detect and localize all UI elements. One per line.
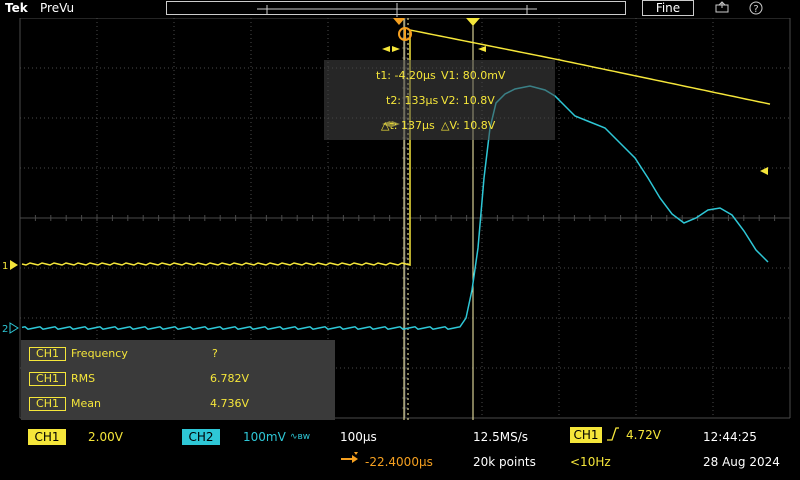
ch2-badge[interactable]: CH2	[182, 429, 220, 445]
horizontal-delay[interactable]: -22.4000µs	[365, 455, 433, 469]
ch2-ground-marker[interactable]: 2	[2, 322, 19, 335]
ch1-scale[interactable]: 2.00V	[88, 430, 123, 444]
measurement-name: Frequency	[71, 347, 128, 360]
cursor-delta-v: △V: 10.8V	[441, 119, 496, 132]
cursor-v2: V2: 10.8V	[441, 94, 495, 107]
status-bar: CH1 2.00V CH2 100mV ∿ʙw 100µs 12.5MS/s C…	[0, 420, 800, 480]
top-bar: Tek PreVu Fine ?	[0, 0, 800, 18]
cursor-v1: V1: 80.0mV	[441, 69, 506, 82]
svg-text:?: ?	[753, 4, 758, 15]
clock-date: 28 Aug 2024	[703, 455, 780, 469]
measurement-row[interactable]: CH1 RMS 6.782V	[29, 369, 329, 389]
measurement-row[interactable]: CH1 Frequency ?	[29, 344, 329, 364]
trigger-level[interactable]: 4.72V	[626, 428, 661, 442]
ch1-ground-marker[interactable]: 1	[2, 260, 18, 272]
trigger-marker-cursor2[interactable]	[466, 18, 480, 26]
measurement-channel-badge: CH1	[29, 397, 66, 411]
svg-text:1: 1	[2, 261, 8, 272]
trigger-frequency: <10Hz	[570, 455, 611, 469]
measurement-value: ?	[212, 347, 218, 360]
acquisition-mode: PreVu	[40, 1, 75, 15]
timebase-scale[interactable]: 100µs	[340, 430, 377, 444]
brand-logo: Tek	[5, 1, 28, 15]
measurement-panel[interactable]: CH1 Frequency ? CH1 RMS 6.782V CH1 Mean …	[21, 340, 335, 420]
help-icon[interactable]: ?	[748, 1, 764, 15]
measurement-channel-badge: CH1	[29, 347, 66, 361]
measurement-channel-badge: CH1	[29, 372, 66, 386]
record-view-bar[interactable]	[166, 1, 626, 17]
measurement-name: RMS	[71, 372, 96, 385]
clock-time: 12:44:25	[703, 430, 757, 444]
save-icon[interactable]	[714, 1, 730, 15]
sample-rate: 12.5MS/s	[473, 430, 528, 444]
measurement-name: Mean	[71, 397, 101, 410]
ch1-badge[interactable]: CH1	[28, 429, 66, 445]
svg-text:2: 2	[2, 324, 8, 335]
trigger-position-marker[interactable]: T	[393, 18, 405, 25]
cursor-readout[interactable]: t1: -4.20µs V1: 80.0mV t2: 133µs V2: 10.…	[324, 60, 555, 140]
delay-arrow-icon	[340, 452, 360, 469]
record-window-icon	[257, 3, 537, 17]
cursor-t1: t1: -4.20µs	[376, 69, 436, 82]
trigger-source-badge[interactable]: CH1	[570, 427, 602, 443]
measurement-value: 6.782V	[210, 372, 250, 385]
measurement-value: 4.736V	[210, 397, 250, 410]
record-length: 20k points	[473, 455, 536, 469]
cursor-handle-icon[interactable]	[398, 27, 412, 41]
measurement-row[interactable]: CH1 Mean 4.736V	[29, 394, 329, 414]
fine-button[interactable]: Fine	[642, 0, 694, 16]
cursor-t2: t2: 133µs	[386, 94, 439, 107]
ch2-scale[interactable]: 100mV	[243, 430, 286, 444]
cursor-delta-t: △t: 137µs	[381, 119, 435, 132]
svg-text:T: T	[395, 18, 402, 20]
trigger-slope-icon	[606, 427, 620, 444]
bandwidth-limit-icon: ∿ʙw	[290, 432, 311, 442]
